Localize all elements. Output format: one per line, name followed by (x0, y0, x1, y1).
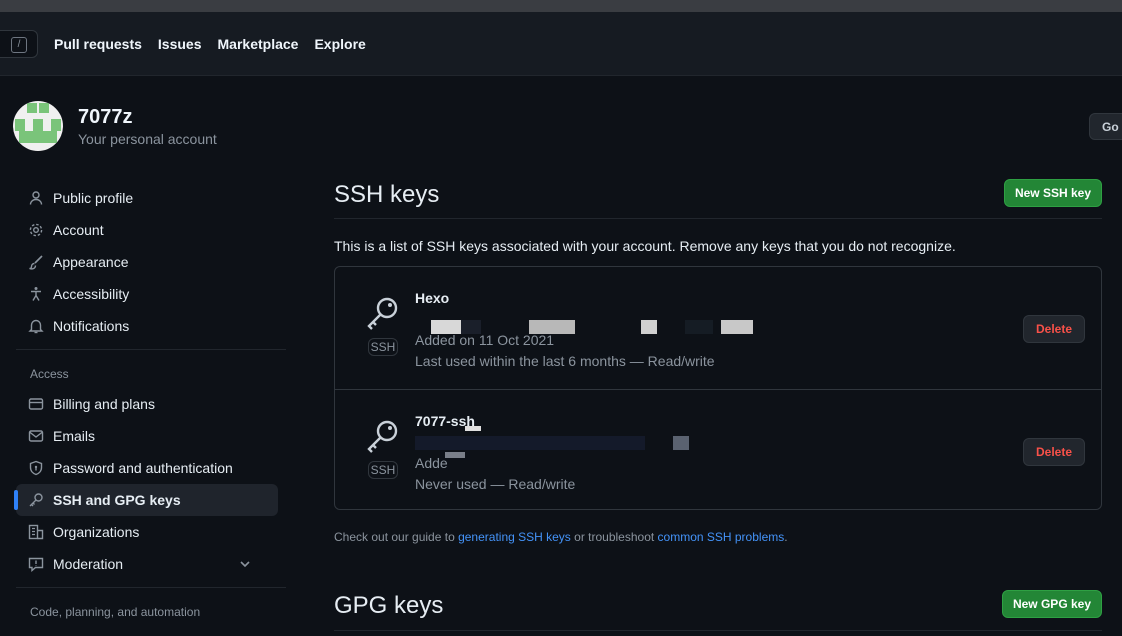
mail-icon (28, 430, 44, 442)
account-subtitle: Your personal account (78, 131, 217, 147)
nav-explore[interactable]: Explore (314, 36, 365, 52)
ssh-key-added-date: Adde (415, 455, 448, 471)
sidebar-item-moderation[interactable]: Moderation (16, 548, 278, 580)
ssh-guide-text: Check out our guide to generating SSH ke… (334, 530, 788, 544)
organization-icon (28, 524, 44, 540)
global-nav: Pull requests Issues Marketplace Explore (54, 36, 366, 52)
sidebar-item-label: Accessibility (53, 286, 130, 302)
guide-suffix: . (784, 530, 788, 544)
sidebar-item-billing[interactable]: Billing and plans (16, 388, 278, 420)
sidebar-item-organizations[interactable]: Organizations (16, 516, 278, 548)
key-icon (29, 493, 43, 507)
sidebar-divider (16, 587, 286, 588)
sidebar-item-notifications[interactable]: Notifications (16, 310, 278, 342)
sidebar-heading-access: Access (30, 367, 69, 381)
section-divider (334, 218, 1102, 219)
account-name: 7077z (78, 106, 133, 128)
gpg-keys-heading: GPG keys (334, 592, 444, 619)
ssh-key-item: SSH 7077-ssh Adde Never used — Read/writ… (335, 389, 1101, 511)
sidebar-item-label: Notifications (53, 318, 130, 334)
paintbrush-icon (29, 255, 43, 270)
sidebar-divider (16, 349, 286, 350)
sidebar-item-accessibility[interactable]: Accessibility (16, 278, 278, 310)
key-icon (367, 420, 398, 453)
delete-ssh-key-button[interactable]: Delete (1023, 438, 1085, 466)
sidebar-item-label: Password and authentication (53, 460, 233, 476)
sidebar-item-label: Moderation (53, 556, 124, 572)
sidebar-item-label: SSH and GPG keys (53, 492, 181, 508)
ssh-key-last-used: Last used within the last 6 months — Rea… (415, 353, 715, 369)
credit-card-icon (28, 398, 44, 410)
gear-icon (29, 223, 43, 237)
sidebar-item-label: Emails (53, 428, 96, 444)
ssh-key-added-date: Added on 11 Oct 2021 (415, 332, 555, 348)
sidebar-item-ssh-gpg-keys[interactable]: SSH and GPG keys (14, 484, 278, 516)
ssh-badge: SSH (368, 338, 398, 356)
generating-ssh-keys-link[interactable]: generating SSH keys (458, 530, 571, 544)
nav-pull-requests[interactable]: Pull requests (54, 36, 142, 52)
accessibility-icon (31, 287, 41, 301)
guide-middle: or troubleshoot (570, 530, 658, 544)
nav-marketplace[interactable]: Marketplace (218, 36, 299, 52)
avatar[interactable] (13, 101, 63, 151)
bell-icon (28, 319, 44, 334)
key-icon (367, 297, 398, 330)
nav-issues[interactable]: Issues (158, 36, 202, 52)
ssh-key-last-used: Never used — Read/write (415, 476, 576, 492)
new-ssh-key-button[interactable]: New SSH key (1004, 179, 1102, 207)
sidebar-item-label: Appearance (53, 254, 129, 270)
guide-prefix: Check out our guide to (334, 530, 459, 544)
ssh-keys-description: This is a list of SSH keys associated wi… (334, 238, 956, 254)
go-to-profile-button[interactable]: Go t (1089, 113, 1122, 140)
window-top-bar (0, 0, 1122, 12)
new-gpg-key-button[interactable]: New GPG key (1002, 590, 1102, 618)
section-divider (334, 630, 1102, 631)
report-icon (28, 557, 44, 572)
sidebar-item-label: Billing and plans (53, 396, 155, 412)
search-button[interactable]: / (0, 30, 38, 58)
ssh-badge: SSH (368, 461, 398, 479)
sidebar-item-account[interactable]: Account (16, 214, 278, 246)
ssh-key-item: SSH Hexo Added on 11 Oct 2021 Last used … (335, 267, 1101, 389)
person-icon (29, 191, 43, 205)
key-fingerprint-redacted (415, 426, 755, 458)
slash-key-hint: / (11, 37, 27, 53)
sidebar-item-label: Account (53, 222, 104, 238)
sidebar-item-appearance[interactable]: Appearance (16, 246, 278, 278)
common-ssh-problems-link[interactable]: common SSH problems (658, 530, 785, 544)
ssh-key-list: SSH Hexo Added on 11 Oct 2021 Last used … (334, 266, 1102, 510)
shield-lock-icon (29, 460, 43, 476)
sidebar-heading-code: Code, planning, and automation (30, 605, 201, 619)
ssh-keys-heading: SSH keys (334, 181, 440, 208)
sidebar-item-emails[interactable]: Emails (16, 420, 278, 452)
sidebar-item-label: Organizations (53, 524, 140, 540)
global-header: / Pull requests Issues Marketplace Explo… (0, 12, 1122, 76)
sidebar-item-public-profile[interactable]: Public profile (16, 182, 278, 214)
delete-ssh-key-button[interactable]: Delete (1023, 315, 1085, 343)
sidebar-item-label: Public profile (53, 190, 134, 206)
chevron-down-icon[interactable] (237, 556, 253, 572)
ssh-key-title: Hexo (415, 290, 450, 306)
sidebar-item-password[interactable]: Password and authentication (16, 452, 278, 484)
